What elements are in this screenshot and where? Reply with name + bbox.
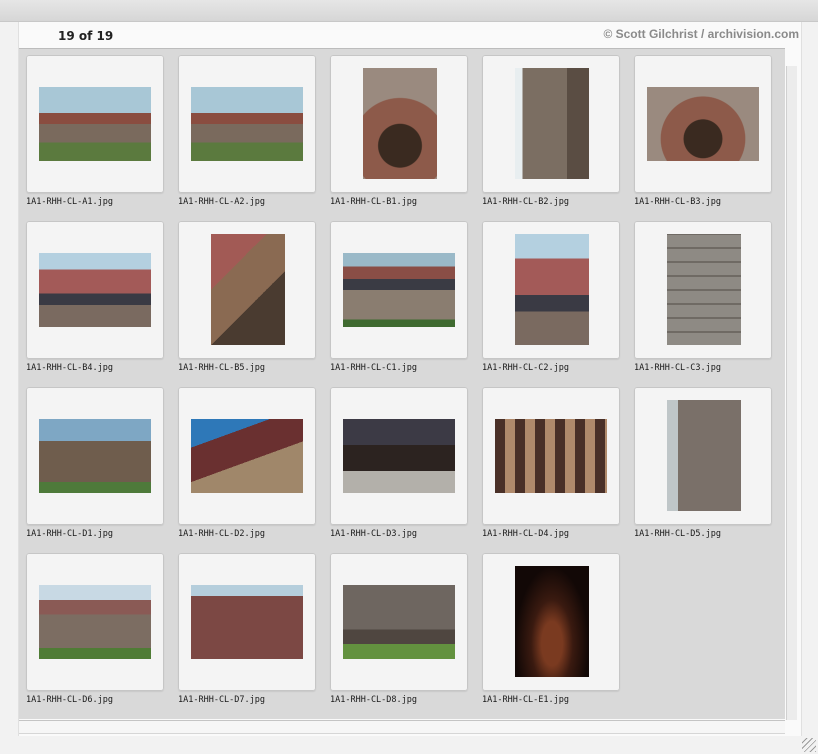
thumbnail-card[interactable]	[330, 553, 468, 691]
thumbnail-image[interactable]	[39, 87, 151, 161]
thumbnail-item[interactable]: 1A1-RHH-CL-B1.jpg	[329, 55, 481, 221]
thumbnail-card[interactable]	[634, 55, 772, 193]
thumbnail-item[interactable]: 1A1-RHH-CL-D8.jpg	[329, 553, 481, 719]
thumbnail-filename: 1A1-RHH-CL-D7.jpg	[178, 695, 265, 705]
thumbnail-image[interactable]	[363, 68, 437, 179]
thumbnail-image[interactable]	[39, 419, 151, 493]
thumbnail-image[interactable]	[343, 253, 455, 327]
resize-grip-icon[interactable]	[802, 738, 816, 752]
thumbnail-filename: 1A1-RHH-CL-D5.jpg	[634, 529, 721, 539]
thumbnail-filename: 1A1-RHH-CL-D4.jpg	[482, 529, 569, 539]
thumbnail-item[interactable]: 1A1-RHH-CL-A2.jpg	[177, 55, 329, 221]
thumbnail-filename: 1A1-RHH-CL-D6.jpg	[26, 695, 113, 705]
thumbnail-item[interactable]: 1A1-RHH-CL-B4.jpg	[25, 221, 177, 387]
thumbnail-filename: 1A1-RHH-CL-B5.jpg	[178, 363, 265, 373]
thumbnail-image[interactable]	[495, 419, 607, 493]
thumbnail-filename: 1A1-RHH-CL-A1.jpg	[26, 197, 113, 207]
thumbnail-image[interactable]	[667, 234, 741, 345]
horizontal-scrollbar[interactable]	[19, 720, 785, 734]
thumbnail-card[interactable]	[26, 387, 164, 525]
thumbnail-filename: 1A1-RHH-CL-B1.jpg	[330, 197, 417, 207]
thumbnail-card[interactable]	[330, 55, 468, 193]
thumbnail-item[interactable]: 1A1-RHH-CL-C3.jpg	[633, 221, 785, 387]
thumbnail-grid-area: 1A1-RHH-CL-A1.jpg 1A1-RHH-CL-A2.jpg 1A1-RH…	[19, 48, 785, 719]
thumbnail-card[interactable]	[330, 387, 468, 525]
thumbnail-image[interactable]	[211, 234, 285, 345]
thumbnail-filename: 1A1-RHH-CL-D1.jpg	[26, 529, 113, 539]
thumbnail-item[interactable]: 1A1-RHH-CL-B2.jpg	[481, 55, 633, 221]
thumbnail-card[interactable]	[482, 55, 620, 193]
thumbnail-filename: 1A1-RHH-CL-A2.jpg	[178, 197, 265, 207]
thumbnail-item[interactable]: 1A1-RHH-CL-D2.jpg	[177, 387, 329, 553]
thumbnail-image[interactable]	[191, 419, 303, 493]
thumbnail-card[interactable]	[178, 387, 316, 525]
thumbnail-item[interactable]: 1A1-RHH-CL-E1.jpg	[481, 553, 633, 719]
thumbnail-card[interactable]	[26, 553, 164, 691]
image-count: 19 of 19	[58, 29, 114, 43]
thumbnail-card[interactable]	[482, 387, 620, 525]
thumbnail-image[interactable]	[343, 585, 455, 659]
thumbnail-card[interactable]	[482, 553, 620, 691]
thumbnail-filename: 1A1-RHH-CL-B2.jpg	[482, 197, 569, 207]
header-row: 19 of 19 © Scott Gilchrist / archivision…	[18, 25, 803, 47]
thumbnail-filename: 1A1-RHH-CL-D2.jpg	[178, 529, 265, 539]
thumbnail-filename: 1A1-RHH-CL-B3.jpg	[634, 197, 721, 207]
thumbnail-item[interactable]: 1A1-RHH-CL-D4.jpg	[481, 387, 633, 553]
thumbnail-card[interactable]	[26, 55, 164, 193]
thumbnail-filename: 1A1-RHH-CL-D3.jpg	[330, 529, 417, 539]
thumbnail-card[interactable]	[178, 553, 316, 691]
thumbnail-filename: 1A1-RHH-CL-B4.jpg	[26, 363, 113, 373]
thumbnail-image[interactable]	[39, 253, 151, 327]
window-title-bar	[0, 0, 818, 22]
thumbnail-image[interactable]	[667, 400, 741, 511]
thumbnail-item[interactable]: 1A1-RHH-CL-D6.jpg	[25, 553, 177, 719]
thumbnail-filename: 1A1-RHH-CL-C3.jpg	[634, 363, 721, 373]
thumbnail-card[interactable]	[178, 221, 316, 359]
vertical-scrollbar[interactable]	[786, 66, 797, 720]
thumbnail-image[interactable]	[515, 234, 589, 345]
thumbnail-item[interactable]: 1A1-RHH-CL-A1.jpg	[25, 55, 177, 221]
thumbnail-card[interactable]	[330, 221, 468, 359]
thumbnail-grid: 1A1-RHH-CL-A1.jpg 1A1-RHH-CL-A2.jpg 1A1-RH…	[25, 55, 785, 719]
thumbnail-image[interactable]	[343, 419, 455, 493]
thumbnail-item[interactable]: 1A1-RHH-CL-C1.jpg	[329, 221, 481, 387]
copyright-credit: © Scott Gilchrist / archivision.com	[603, 27, 799, 41]
thumbnail-filename: 1A1-RHH-CL-C1.jpg	[330, 363, 417, 373]
thumbnail-card[interactable]	[26, 221, 164, 359]
thumbnail-filename: 1A1-RHH-CL-E1.jpg	[482, 695, 569, 705]
thumbnail-card[interactable]	[178, 55, 316, 193]
thumbnail-image[interactable]	[515, 68, 589, 179]
thumbnail-card[interactable]	[634, 221, 772, 359]
thumbnail-image[interactable]	[39, 585, 151, 659]
thumbnail-item[interactable]: 1A1-RHH-CL-D7.jpg	[177, 553, 329, 719]
thumbnail-item[interactable]: 1A1-RHH-CL-D1.jpg	[25, 387, 177, 553]
thumbnail-item[interactable]: 1A1-RHH-CL-C2.jpg	[481, 221, 633, 387]
thumbnail-item[interactable]: 1A1-RHH-CL-D5.jpg	[633, 387, 785, 553]
thumbnail-image[interactable]	[647, 87, 759, 161]
thumbnail-filename: 1A1-RHH-CL-C2.jpg	[482, 363, 569, 373]
thumbnail-image[interactable]	[191, 87, 303, 161]
thumbnail-image[interactable]	[515, 566, 589, 677]
thumbnail-filename: 1A1-RHH-CL-D8.jpg	[330, 695, 417, 705]
thumbnail-card[interactable]	[634, 387, 772, 525]
thumbnail-item[interactable]: 1A1-RHH-CL-B5.jpg	[177, 221, 329, 387]
thumbnail-item[interactable]: 1A1-RHH-CL-B3.jpg	[633, 55, 785, 221]
thumbnail-card[interactable]	[482, 221, 620, 359]
thumbnail-item[interactable]: 1A1-RHH-CL-D3.jpg	[329, 387, 481, 553]
thumbnail-image[interactable]	[191, 585, 303, 659]
